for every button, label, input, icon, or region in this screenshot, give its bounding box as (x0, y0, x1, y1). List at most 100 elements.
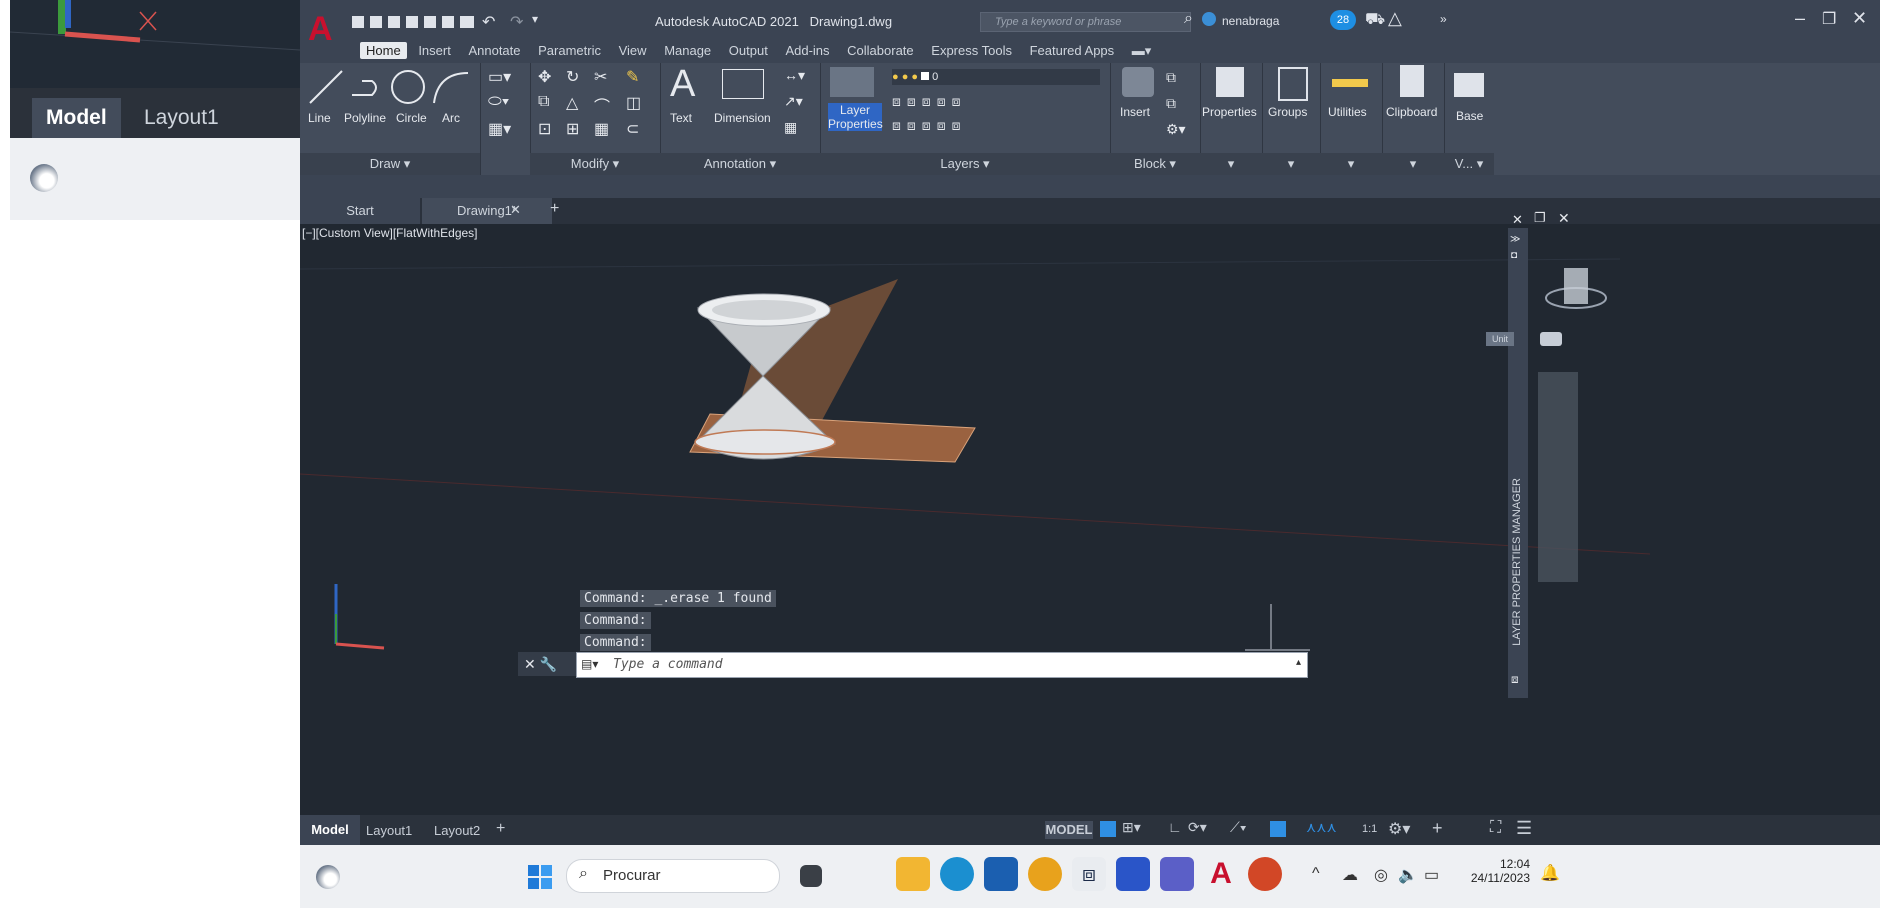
tab-home[interactable]: Home (360, 42, 407, 59)
user-name[interactable]: nenabraga (1222, 14, 1279, 28)
command-input[interactable]: ▤▾ Type a command ▴ (576, 652, 1308, 678)
tab-manage[interactable]: Manage (658, 42, 717, 59)
settings-icon[interactable]: ⚙▾ (1388, 819, 1410, 839)
tab-model[interactable]: Model (300, 815, 360, 845)
tab-model-left[interactable]: Model (32, 98, 121, 138)
polar-icon[interactable]: ⟳▾ (1188, 819, 1207, 836)
tab-annotate[interactable]: Annotate (462, 42, 526, 59)
groups-button[interactable]: Groups (1268, 105, 1307, 119)
array-icon[interactable]: ▦ (594, 119, 609, 139)
start-icon[interactable] (528, 865, 552, 889)
autocad-taskbar-icon[interactable]: A (1204, 857, 1238, 891)
wcs-menu[interactable]: Unit (1486, 332, 1514, 346)
network-icon[interactable]: ◎ (1374, 865, 1388, 885)
mirror-icon[interactable]: △ (566, 93, 578, 113)
viewport-close-icon[interactable]: ✕ (1558, 210, 1570, 227)
viewport-restore-icon[interactable]: ❐ (1534, 210, 1546, 226)
table-icon[interactable]: ▦ (784, 119, 797, 136)
palette-layer-icon[interactable]: ⧈ (1511, 672, 1519, 687)
insert-button[interactable]: Insert (1120, 105, 1150, 119)
utilities-button[interactable]: Utilities (1328, 105, 1367, 119)
restore-icon[interactable]: ❐ (1822, 9, 1836, 29)
chrome-icon[interactable] (1028, 857, 1062, 891)
clipboard-button[interactable]: Clipboard (1386, 105, 1437, 119)
task-view-icon[interactable] (800, 865, 822, 887)
tab-start[interactable]: Start (300, 198, 420, 224)
autodesk-app-icon[interactable]: △ (1388, 8, 1402, 29)
web-mobile-icon[interactable] (442, 16, 454, 28)
annotation-visibility-icon[interactable]: ⋏⋏⋏ (1306, 819, 1337, 836)
navcube-home-icon[interactable] (1540, 332, 1562, 346)
tab-add-ins[interactable]: Add-ins (779, 42, 835, 59)
circle-button[interactable]: Circle (396, 111, 427, 125)
offset-icon[interactable]: ⊂ (626, 119, 639, 139)
tab-collaborate[interactable]: Collaborate (841, 42, 920, 59)
layer-properties-icon[interactable] (830, 67, 874, 97)
undo-icon[interactable]: ↶ (482, 12, 495, 32)
block-attributes-icon[interactable]: ⚙▾ (1166, 121, 1186, 138)
open-file-icon[interactable] (370, 16, 382, 28)
fullscreen-icon[interactable]: ⛶ (1490, 819, 1501, 837)
recent-commands-icon[interactable]: ▤▾ (581, 657, 598, 671)
widgets-icon[interactable] (30, 164, 58, 192)
utilities-panel-expander[interactable]: ▾ (1320, 153, 1382, 175)
tab-featured-apps[interactable]: Featured Apps (1024, 42, 1121, 59)
share-icon[interactable] (424, 16, 436, 28)
base-view-icon[interactable] (1454, 73, 1484, 97)
create-block-icon[interactable]: ⧉ (1166, 69, 1176, 86)
trim-icon[interactable]: ✂ (594, 67, 607, 87)
teams-icon[interactable] (1160, 857, 1194, 891)
osnap-icon[interactable] (1270, 821, 1286, 837)
autocad-logo-icon[interactable]: A (308, 10, 333, 49)
layer-dropdown[interactable]: ● ● ● 0 (892, 69, 1100, 85)
tab-layout1-left[interactable]: Layout1 (130, 98, 233, 138)
ribbon-options-icon[interactable]: ▬▾ (1126, 42, 1158, 60)
close-command-icon[interactable]: ✕ (524, 656, 536, 672)
properties-panel-expander[interactable]: ▾ (1200, 153, 1262, 175)
notification-badge[interactable]: 28 (1330, 10, 1356, 30)
plot-icon[interactable] (460, 16, 474, 28)
block-panel-title[interactable]: Block ▾ (1110, 153, 1200, 175)
customization-icon[interactable]: ☰ (1516, 818, 1532, 839)
text-icon[interactable]: A (670, 63, 695, 106)
dimension-button[interactable]: Dimension (714, 111, 771, 125)
layer-tools-row2[interactable]: ⧈⧈⧈⧈⧈ (892, 117, 967, 134)
tab-view[interactable]: View (613, 42, 653, 59)
panel-close-icon[interactable]: ✕ (1512, 212, 1523, 228)
clipboard-panel-expander[interactable]: ▾ (1382, 153, 1444, 175)
viewcube[interactable] (1540, 254, 1610, 344)
ortho-icon[interactable]: ∟ (1168, 819, 1182, 835)
minimize-icon[interactable]: – (1795, 8, 1805, 29)
measure-icon[interactable] (1332, 79, 1368, 87)
groups-icon[interactable] (1278, 67, 1308, 101)
insert-block-icon[interactable] (1122, 67, 1154, 97)
dimension-icon[interactable] (722, 69, 764, 99)
new-tab-icon[interactable]: + (550, 200, 559, 218)
hatch-icon[interactable]: ▦▾ (488, 119, 511, 139)
grid-icon[interactable] (1100, 821, 1116, 837)
taskbar-search-input[interactable]: ⌕ Procurar (566, 859, 780, 893)
powerpoint-icon[interactable] (1248, 857, 1282, 891)
layer-tools-row1[interactable]: ⧈⧈⧈⧈⧈ (892, 93, 967, 110)
layers-panel-title[interactable]: Layers ▾ (820, 153, 1110, 175)
clipboard-icon[interactable] (1400, 65, 1424, 97)
rotate-icon[interactable]: ↻ (566, 67, 579, 87)
add-layout-icon[interactable]: + (496, 820, 505, 838)
copy-icon[interactable]: ⧉ (538, 93, 549, 111)
close-tab-icon[interactable]: ✕ (510, 202, 521, 218)
redo-icon[interactable]: ↷ (510, 12, 523, 32)
scale-icon[interactable]: ⊞ (566, 119, 579, 139)
palette-properties-icon[interactable]: ◘ (1511, 250, 1517, 261)
palette-autohide-icon[interactable]: ≫ (1510, 234, 1520, 245)
save-icon[interactable] (388, 16, 400, 28)
tab-parametric[interactable]: Parametric (532, 42, 607, 59)
more-icon[interactable]: » (1440, 12, 1447, 26)
drawing-viewport[interactable]: [−][Custom View][FlatWithEdges] Command:… (300, 210, 1880, 820)
line-button[interactable]: Line (308, 111, 331, 125)
dropbox-icon[interactable]: ⧈ (1072, 857, 1106, 891)
draw-panel-title[interactable]: Draw ▾ (300, 153, 480, 175)
tab-layout2[interactable]: Layout2 (434, 823, 480, 838)
battery-icon[interactable]: ▭ (1424, 865, 1439, 885)
onedrive-icon[interactable]: ☁ (1342, 865, 1358, 885)
layer-manager-palette[interactable]: ≫ ◘ LAYER PROPERTIES MANAGER ⧈ (1508, 228, 1528, 698)
